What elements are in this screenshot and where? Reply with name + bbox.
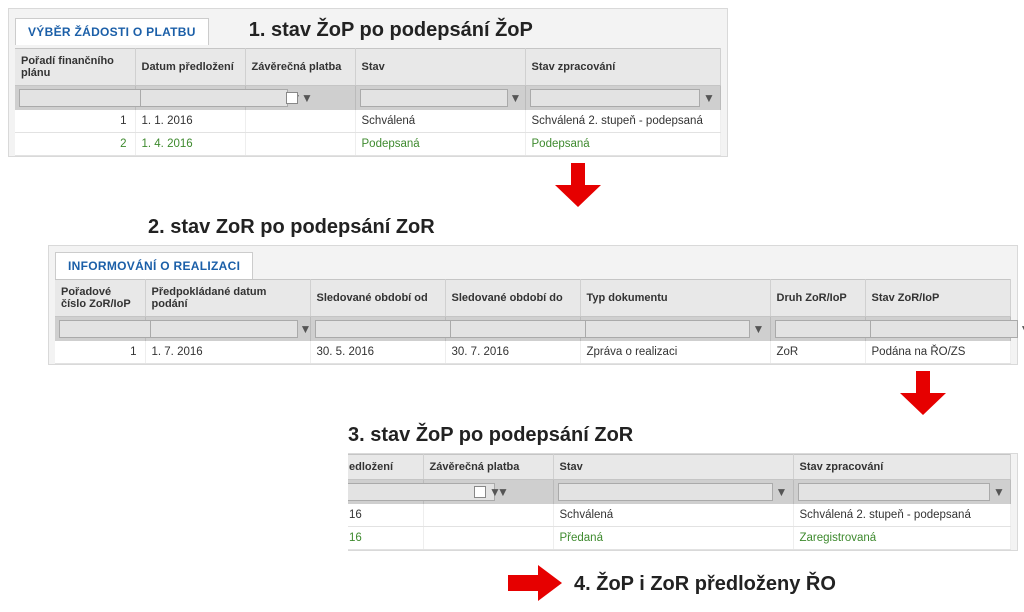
grid-zop: Pořadí finančního plánu Datum předložení… bbox=[15, 48, 721, 156]
funnel-icon[interactable]: ▼ bbox=[775, 485, 789, 499]
funnel-icon[interactable]: ▼ bbox=[992, 485, 1006, 499]
cell-predlozeni: 16 bbox=[348, 504, 423, 527]
col-stav[interactable]: Stav bbox=[355, 49, 525, 86]
table-row[interactable]: 16 Předaná Zaregistrovaná bbox=[348, 527, 1011, 550]
table-row[interactable]: 1 1. 7. 2016 30. 5. 2016 30. 7. 2016 Zpr… bbox=[55, 341, 1011, 364]
heading-section-3: 3. stav ŽoP po podepsání ZoR bbox=[348, 424, 1016, 447]
filter-input[interactable] bbox=[585, 320, 750, 338]
filter-input[interactable] bbox=[450, 320, 598, 338]
funnel-icon[interactable]: ▼ bbox=[510, 91, 522, 105]
cell-stav: Podepsaná bbox=[355, 133, 525, 156]
cell-zaverecna bbox=[423, 504, 553, 527]
tab-informovani[interactable]: INFORMOVÁNÍ O REALIZACI bbox=[55, 252, 253, 279]
grid-filter-row: ▼ ▼ ▼ ▼ ▼ bbox=[15, 86, 721, 111]
cell-poradi: 2 bbox=[15, 133, 135, 156]
grid-header-row: edložení Závěrečná platba Stav Stav zpra… bbox=[348, 455, 1011, 480]
cell-zaverecna bbox=[245, 133, 355, 156]
funnel-icon[interactable]: ▼ bbox=[702, 91, 716, 105]
filter-datum[interactable] bbox=[140, 89, 288, 107]
col-zaverecna[interactable]: Závěrečná platba bbox=[423, 455, 553, 480]
col-stav[interactable]: Stav bbox=[553, 455, 793, 480]
grid-zop-cropped: edložení Závěrečná platba Stav Stav zpra… bbox=[348, 454, 1011, 550]
filter-stav-zprac[interactable] bbox=[530, 89, 701, 107]
tab-vyber-zadosti[interactable]: VÝBĚR ŽÁDOSTI O PLATBU bbox=[15, 18, 209, 45]
cell-typ-dok: Zpráva o realizaci bbox=[580, 341, 770, 364]
cell-stav-zprac: Zaregistrovaná bbox=[793, 527, 1011, 550]
heading-section-4: 4. ŽoP i ZoR předloženy ŘO bbox=[574, 573, 836, 596]
panel-zop-cropped: edložení Závěrečná platba Stav Stav zpra… bbox=[348, 453, 1018, 551]
cell-poradove: 1 bbox=[55, 341, 145, 364]
filter-input[interactable] bbox=[558, 483, 773, 501]
funnel-icon[interactable]: ▼ bbox=[488, 485, 502, 499]
col-predlozeni[interactable]: edložení bbox=[348, 455, 423, 480]
arrow-down-icon bbox=[555, 163, 601, 207]
filter-zaverecna-checkbox[interactable] bbox=[474, 486, 486, 498]
cell-druh: ZoR bbox=[770, 341, 865, 364]
cell-stav-zor: Podána na ŘO/ZS bbox=[865, 341, 1011, 364]
col-typ-dok[interactable]: Typ dokumentu bbox=[580, 280, 770, 317]
filter-zaverecna-checkbox[interactable] bbox=[286, 92, 298, 104]
cell-stav-zprac: Podepsaná bbox=[525, 133, 721, 156]
col-stav-zprac[interactable]: Stav zpracování bbox=[793, 455, 1011, 480]
filter-input[interactable] bbox=[348, 483, 495, 501]
arrow-down-icon bbox=[900, 371, 946, 415]
cell-datum: 1. 1. 2016 bbox=[135, 110, 245, 133]
grid-filter-row: ▼ ▼ ▼ ▼ bbox=[348, 480, 1011, 505]
cell-stav: Předaná bbox=[553, 527, 793, 550]
filter-input[interactable] bbox=[798, 483, 991, 501]
funnel-icon[interactable]: ▼ bbox=[300, 322, 312, 336]
col-zaverecna[interactable]: Závěrečná platba bbox=[245, 49, 355, 86]
filter-input[interactable] bbox=[315, 320, 463, 338]
cell-predlozeni: 16 bbox=[348, 527, 423, 550]
col-sled-od[interactable]: Sledované období od bbox=[310, 280, 445, 317]
table-row[interactable]: 16 Schválená Schválená 2. stupeň - podep… bbox=[348, 504, 1011, 527]
grid-filter-row: ▼ ▼ ▼ ▼ ▼ ▼ ▼ bbox=[55, 317, 1011, 342]
col-sled-do[interactable]: Sledované období do bbox=[445, 280, 580, 317]
cell-zaverecna bbox=[423, 527, 553, 550]
col-poradi[interactable]: Pořadí finančního plánu bbox=[15, 49, 135, 86]
col-stav-zpracovani[interactable]: Stav zpracování bbox=[525, 49, 721, 86]
cell-sled-do: 30. 7. 2016 bbox=[445, 341, 580, 364]
cell-stav-zprac: Schválená 2. stupeň - podepsaná bbox=[525, 110, 721, 133]
filter-input[interactable] bbox=[150, 320, 298, 338]
grid-header-row: Pořadí finančního plánu Datum předložení… bbox=[15, 49, 721, 86]
cell-zaverecna bbox=[245, 110, 355, 133]
cell-predpokladane: 1. 7. 2016 bbox=[145, 341, 310, 364]
col-druh[interactable]: Druh ZoR/IoP bbox=[770, 280, 865, 317]
filter-input[interactable] bbox=[870, 320, 1018, 338]
funnel-icon[interactable]: ▼ bbox=[1020, 322, 1024, 336]
heading-section-2: 2. stav ZoR po podepsání ZoR bbox=[148, 216, 1016, 239]
cell-stav: Schválená bbox=[553, 504, 793, 527]
cell-poradi: 1 bbox=[15, 110, 135, 133]
filter-stav[interactable] bbox=[360, 89, 508, 107]
cell-datum: 1. 4. 2016 bbox=[135, 133, 245, 156]
panel-zop-selection: VÝBĚR ŽÁDOSTI O PLATBU 1. stav ŽoP po po… bbox=[8, 8, 728, 157]
grid-zor: Pořadové číslo ZoR/IoP Předpokládané dat… bbox=[55, 279, 1011, 364]
funnel-icon[interactable]: ▼ bbox=[300, 91, 314, 105]
cell-stav: Schválená bbox=[355, 110, 525, 133]
grid-header-row: Pořadové číslo ZoR/IoP Předpokládané dat… bbox=[55, 280, 1011, 317]
col-stav-zor[interactable]: Stav ZoR/IoP bbox=[865, 280, 1011, 317]
cell-stav-zprac: Schválená 2. stupeň - podepsaná bbox=[793, 504, 1011, 527]
col-poradove[interactable]: Pořadové číslo ZoR/IoP bbox=[55, 280, 145, 317]
table-row[interactable]: 1 1. 1. 2016 Schválená Schválená 2. stup… bbox=[15, 110, 721, 133]
col-datum[interactable]: Datum předložení bbox=[135, 49, 245, 86]
table-row[interactable]: 2 1. 4. 2016 Podepsaná Podepsaná bbox=[15, 133, 721, 156]
cell-sled-od: 30. 5. 2016 bbox=[310, 341, 445, 364]
funnel-icon[interactable]: ▼ bbox=[752, 322, 766, 336]
col-predpokladane[interactable]: Předpokládané datum podání bbox=[145, 280, 310, 317]
arrow-right-icon bbox=[508, 565, 562, 604]
heading-section-1: 1. stav ŽoP po podepsání ŽoP bbox=[249, 19, 533, 42]
panel-informovani: INFORMOVÁNÍ O REALIZACI Pořadové číslo Z… bbox=[48, 245, 1018, 365]
